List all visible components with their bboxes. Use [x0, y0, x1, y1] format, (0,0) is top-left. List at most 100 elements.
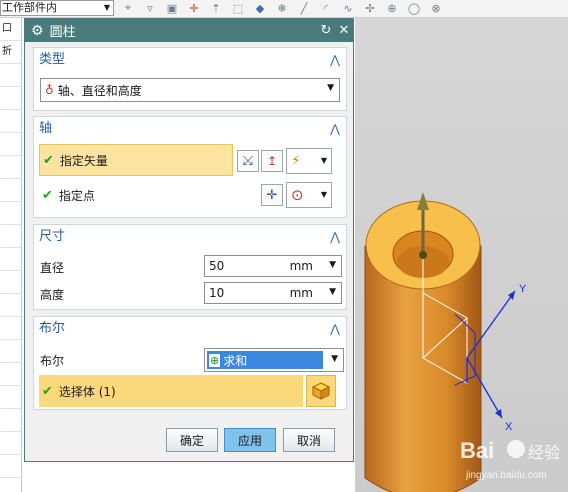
boolean-group: 布尔 ⋀ 布尔 ⊕ 求和 ▼ ✔ 选择体 (1): [33, 316, 347, 410]
axis-group-header[interactable]: 轴 ⋀: [34, 117, 346, 141]
chevron-down-icon: ▼: [329, 287, 336, 297]
chevron-down-icon: ▼: [320, 156, 327, 165]
checkmark-icon: ✔: [43, 152, 54, 168]
diameter-label: 直径: [40, 261, 65, 275]
cylinder-type-icon: ♁: [45, 83, 54, 97]
point-type-dropdown[interactable]: ⊙ ▼: [286, 182, 332, 208]
specify-point-label: 指定点: [58, 188, 95, 203]
reset-icon[interactable]: ↻: [317, 23, 335, 38]
navigator-cell[interactable]: 折: [0, 41, 21, 64]
height-label: 高度: [40, 288, 65, 302]
navigator-cell: [0, 110, 21, 133]
select-icon[interactable]: ▣: [164, 0, 180, 16]
chevron-down-icon: ▼: [329, 260, 336, 270]
height-value: 10: [209, 286, 225, 300]
collapse-icon[interactable]: ⋀: [330, 225, 340, 249]
navigator-cell: [0, 133, 21, 156]
selection-filter-select[interactable]: 工作部件内 ▼: [0, 0, 114, 16]
specify-point-row[interactable]: ✔ 指定点: [39, 179, 233, 211]
type-select-value: 轴、直径和高度: [57, 83, 142, 98]
navigator-cell: [0, 294, 21, 317]
navigator-cell: [0, 271, 21, 294]
navigator-cell: [0, 179, 21, 202]
reverse-direction-icon: ⤩: [242, 153, 254, 169]
boolean-label: 布尔: [40, 354, 65, 368]
height-input[interactable]: 10 mm ▼: [204, 282, 342, 304]
box-icon[interactable]: ⬚: [230, 0, 246, 16]
checkmark-icon: ✔: [42, 187, 53, 203]
select-body-button[interactable]: [306, 375, 336, 407]
ok-button[interactable]: 确定: [166, 428, 218, 452]
boolean-select[interactable]: ⊕ 求和 ▼: [204, 348, 344, 372]
boolean-group-header[interactable]: 布尔 ⋀: [34, 317, 346, 341]
diameter-value: 50: [209, 259, 225, 273]
baidu-watermark: Bai 经验 jingyan.baidu.com: [458, 430, 566, 488]
tangent-icon[interactable]: ◯: [406, 0, 422, 16]
close-icon[interactable]: ✕: [335, 23, 353, 38]
intersect-icon[interactable]: ✢: [362, 0, 378, 16]
type-group-title: 类型: [39, 52, 66, 67]
specify-vector-row[interactable]: ✔ 指定矢量: [39, 144, 233, 176]
solid-body-icon: [311, 382, 331, 400]
origin-point[interactable]: [419, 251, 427, 259]
inferred-vector-icon: ⚡: [291, 153, 301, 169]
checkmark-icon: ✔: [42, 383, 53, 399]
boolean-group-title: 布尔: [39, 321, 66, 336]
cancel-button[interactable]: 取消: [283, 428, 335, 452]
select-body-label: 选择体 (1): [58, 384, 116, 399]
arrow-icon[interactable]: ⇡: [208, 0, 224, 16]
axis-group-title: 轴: [39, 121, 53, 136]
snowflake-icon[interactable]: ❄: [274, 0, 290, 16]
graphics-viewport[interactable]: Y X: [355, 18, 568, 492]
reverse-direction-button[interactable]: ⤩: [237, 150, 259, 172]
select-body-row[interactable]: ✔ 选择体 (1): [39, 375, 303, 407]
height-unit: mm: [289, 286, 313, 300]
line-icon[interactable]: ╱: [296, 0, 312, 16]
collapse-icon[interactable]: ⋀: [330, 117, 340, 141]
center-icon[interactable]: ⊕: [384, 0, 400, 16]
point-icon[interactable]: ✛: [186, 0, 202, 16]
unite-icon: ⊕: [209, 353, 221, 367]
svg-text:Bai: Bai: [460, 438, 494, 463]
navigator-cell[interactable]: 口: [0, 18, 21, 41]
vector-type-dropdown[interactable]: ⚡ ▼: [286, 148, 332, 174]
specify-vector-label: 指定矢量: [59, 153, 108, 168]
selection-filter-value: 工作部件内: [2, 1, 57, 14]
top-toolbar: 工作部件内 ▼ ⌖ ▿ ▣ ✛ ⇡ ⬚ ◆ ❄ ╱ ◜ ∿ ✢ ⊕ ◯ ⊗: [0, 0, 568, 18]
svg-text:jingyan.baidu.com: jingyan.baidu.com: [465, 470, 547, 481]
axis-y-label: Y: [519, 283, 527, 295]
type-select[interactable]: ♁ 轴、直径和高度 ▼: [40, 78, 340, 102]
snap-icon[interactable]: ⌖: [120, 0, 136, 16]
boolean-select-value: 求和: [223, 353, 248, 368]
point-dialog-button[interactable]: ✛: [261, 184, 283, 206]
gear-icon[interactable]: ⚙: [31, 23, 44, 39]
diameter-input[interactable]: 50 mm ▼: [204, 255, 342, 277]
navigator-cell: [0, 156, 21, 179]
point-dialog-icon: ✛: [266, 187, 278, 203]
dialog-titlebar: ⚙ 圆柱 ↻ ✕: [25, 19, 353, 42]
dimension-group-title: 尺寸: [39, 229, 66, 244]
arc-icon[interactable]: ◜: [318, 0, 334, 16]
navigator-cell: [0, 64, 21, 87]
center-point-icon: ⊙: [291, 186, 304, 204]
navigator-cell: [0, 317, 21, 340]
type-group-header[interactable]: 类型 ⋀: [34, 48, 346, 72]
quadrant-icon[interactable]: ⊗: [428, 0, 444, 16]
navigator-cell: [0, 340, 21, 363]
dialog-title: 圆柱: [49, 25, 76, 40]
navigator-cell: [0, 363, 21, 386]
navigator-cell: [0, 202, 21, 225]
axis-group: 轴 ⋀ ✔ 指定矢量 ⤩ ↥ ⚡ ▼ ✔ 指定点 ✛ ⊙ ▼: [33, 116, 347, 218]
vector-dialog-button[interactable]: ↥: [261, 150, 283, 172]
curve-icon[interactable]: ∿: [340, 0, 356, 16]
part-navigator-strip: 口 折: [0, 18, 22, 492]
toolbar-icons: ⌖ ▿ ▣ ✛ ⇡ ⬚ ◆ ❄ ╱ ◜ ∿ ✢ ⊕ ◯ ⊗: [120, 0, 444, 16]
collapse-icon[interactable]: ⋀: [330, 48, 340, 72]
collapse-icon[interactable]: ⋀: [330, 317, 340, 341]
apply-button[interactable]: 应用: [224, 428, 276, 452]
cylinder-preview: Y X: [364, 192, 527, 492]
dimension-group-header[interactable]: 尺寸 ⋀: [34, 225, 346, 249]
cube-icon[interactable]: ◆: [252, 0, 268, 16]
dimension-group: 尺寸 ⋀ 直径 50 mm ▼ 高度 10 mm ▼: [33, 224, 347, 310]
filter-icon[interactable]: ▿: [142, 0, 158, 16]
